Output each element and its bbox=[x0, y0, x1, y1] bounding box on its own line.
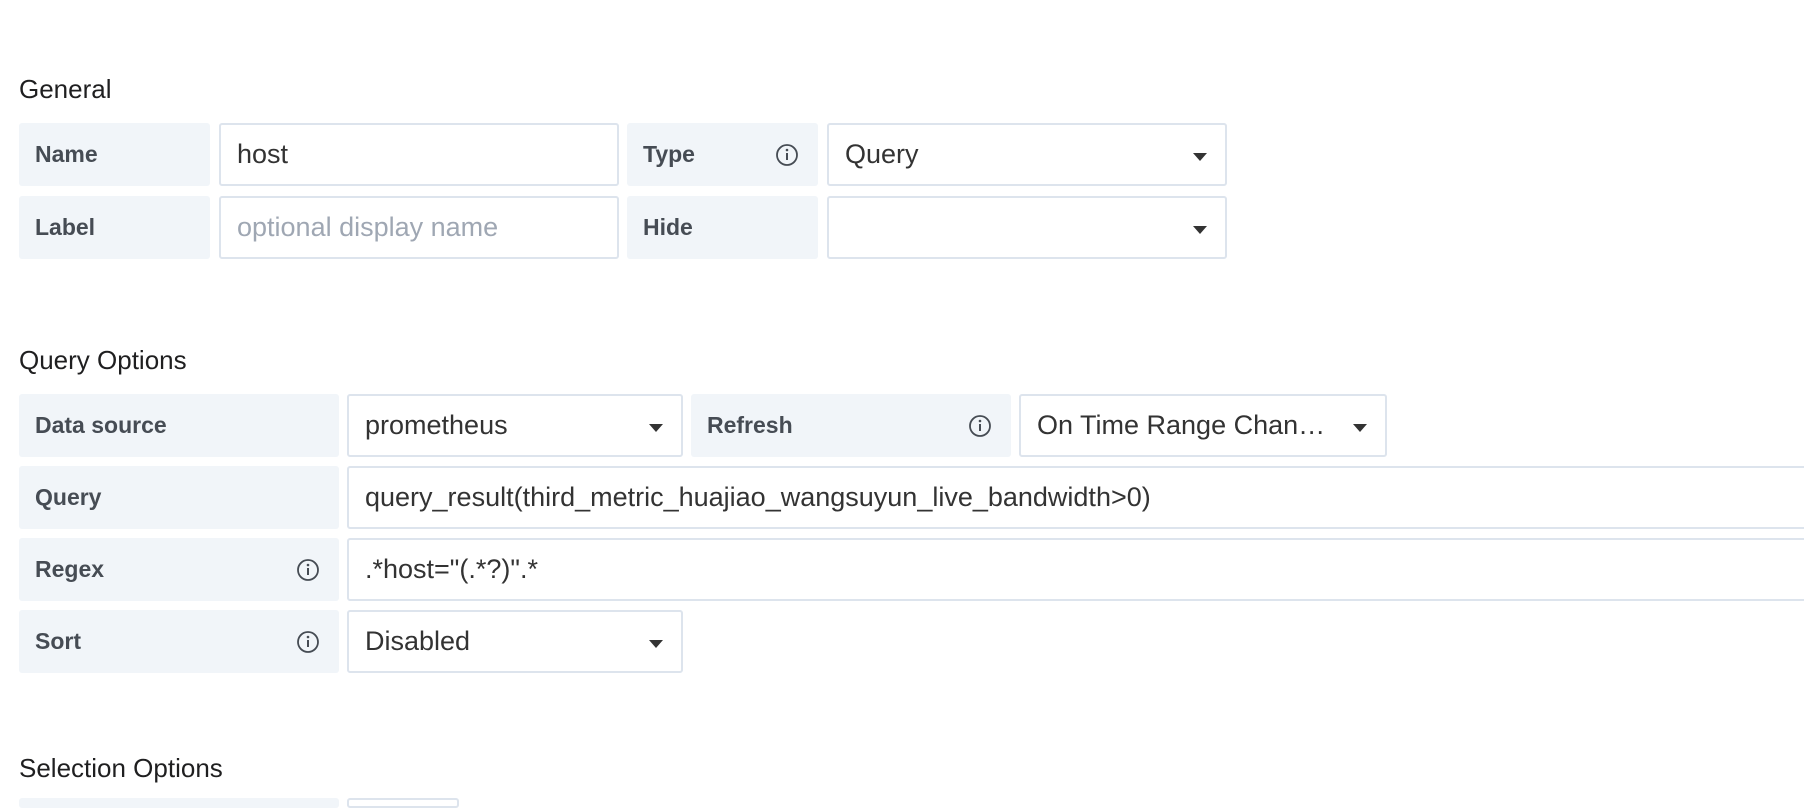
caret-down-icon bbox=[1193, 225, 1207, 234]
name-field[interactable] bbox=[219, 123, 619, 186]
query-label: Query bbox=[19, 466, 339, 529]
sort-select[interactable]: Disabled bbox=[347, 610, 683, 673]
refresh-label-text: Refresh bbox=[707, 412, 793, 438]
hide-select[interactable] bbox=[827, 196, 1227, 259]
label-label-text: Label bbox=[35, 214, 96, 240]
caret-down-icon bbox=[649, 639, 663, 648]
datasource-select[interactable]: prometheus bbox=[347, 394, 683, 457]
type-label: Type bbox=[627, 123, 818, 186]
name-label: Name bbox=[19, 123, 210, 186]
caret-down-icon bbox=[1193, 152, 1207, 161]
sort-select-value: Disabled bbox=[365, 626, 471, 656]
datasource-select-value: prometheus bbox=[365, 410, 508, 440]
section-title-query-options: Query Options bbox=[19, 345, 187, 375]
section-title-selection-options: Selection Options bbox=[19, 753, 223, 783]
caret-down-icon bbox=[1353, 423, 1367, 432]
section-title-general: General bbox=[19, 74, 112, 104]
regex-label: Regex bbox=[19, 538, 339, 601]
caret-down-icon bbox=[649, 423, 663, 432]
regex-input[interactable] bbox=[365, 554, 1804, 585]
info-circle-icon[interactable] bbox=[968, 414, 992, 438]
info-circle-icon[interactable] bbox=[775, 143, 799, 167]
type-select-value: Query bbox=[845, 139, 919, 169]
selection-row-label-partial bbox=[19, 798, 339, 808]
label-label: Label bbox=[19, 196, 210, 259]
datasource-label-text: Data source bbox=[35, 412, 167, 438]
info-circle-icon[interactable] bbox=[296, 558, 320, 582]
name-label-text: Name bbox=[35, 141, 98, 167]
query-input[interactable] bbox=[365, 482, 1804, 513]
name-input[interactable] bbox=[237, 139, 617, 170]
type-label-text: Type bbox=[643, 141, 695, 167]
refresh-select[interactable]: On Time Range Chan… bbox=[1019, 394, 1387, 457]
selection-row-field-partial[interactable] bbox=[347, 798, 459, 808]
query-field[interactable] bbox=[347, 466, 1804, 529]
hide-label-text: Hide bbox=[643, 214, 693, 240]
type-select[interactable]: Query bbox=[827, 123, 1227, 186]
regex-label-text: Regex bbox=[35, 556, 105, 582]
refresh-label: Refresh bbox=[691, 394, 1011, 457]
datasource-label: Data source bbox=[19, 394, 339, 457]
query-label-text: Query bbox=[35, 484, 102, 510]
refresh-select-value: On Time Range Chan… bbox=[1037, 410, 1326, 440]
label-field[interactable] bbox=[219, 196, 619, 259]
info-circle-icon[interactable] bbox=[296, 630, 320, 654]
label-input[interactable] bbox=[237, 212, 617, 243]
sort-label-text: Sort bbox=[35, 628, 81, 654]
sort-label: Sort bbox=[19, 610, 339, 673]
regex-field[interactable] bbox=[347, 538, 1804, 601]
hide-label: Hide bbox=[627, 196, 818, 259]
